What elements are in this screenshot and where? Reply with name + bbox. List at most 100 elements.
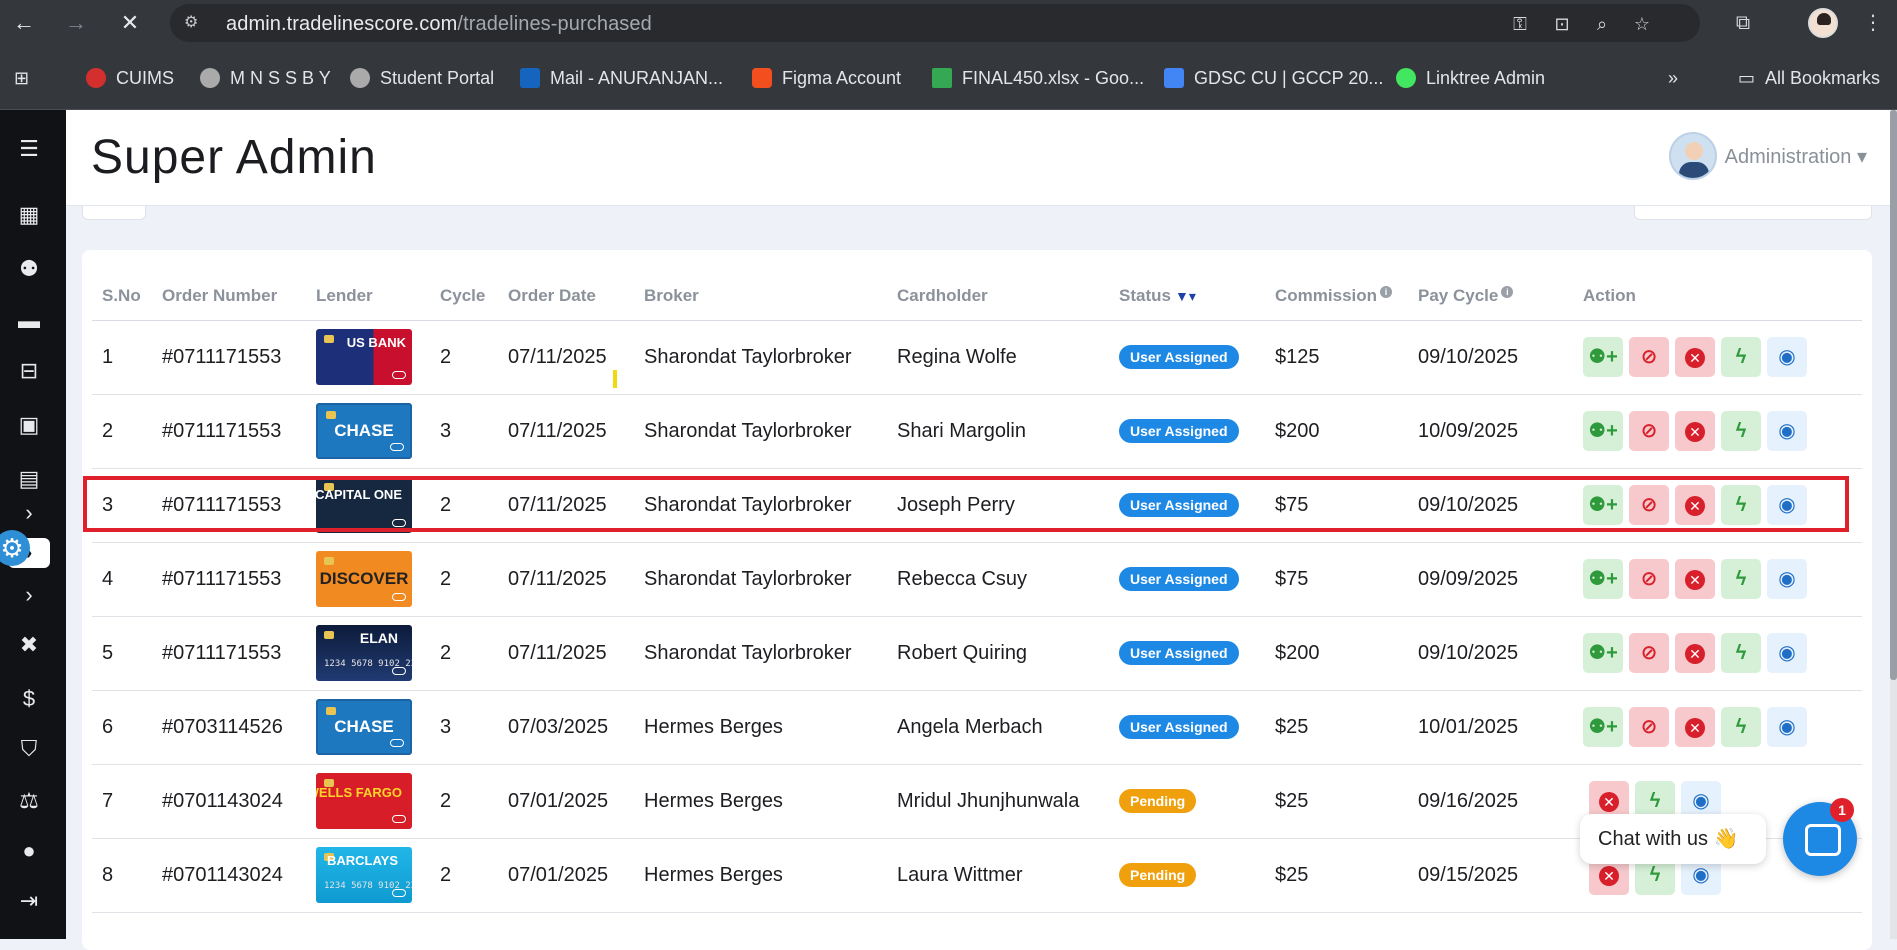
admin-menu[interactable]: Administration ▾: [1668, 132, 1867, 180]
status-cell: Pending: [1109, 838, 1265, 913]
stop-loading-icon[interactable]: ✕: [116, 9, 144, 37]
status-cell: User Assigned: [1109, 542, 1265, 617]
status-badge: Pending: [1119, 789, 1197, 813]
bookmark-mail[interactable]: Mail - ANURANJAN...: [520, 66, 723, 90]
expand-chevron-icon[interactable]: ›: [14, 580, 44, 610]
address-bar[interactable]: ⚙ admin.tradelinescore.com/tradelines-pu…: [170, 4, 1700, 42]
assign-user-button[interactable]: ⚉+: [1583, 337, 1623, 377]
cancel-button[interactable]: ✕: [1675, 411, 1715, 451]
wallet-icon[interactable]: ▣: [14, 410, 44, 440]
shield-icon[interactable]: ⛉: [14, 734, 44, 764]
expand-chevron-icon[interactable]: ›: [14, 498, 44, 528]
page-size-select[interactable]: [82, 206, 146, 220]
assign-user-button[interactable]: ⚉+: [1583, 707, 1623, 747]
pay-cycle-cell: 10/09/2025: [1408, 394, 1573, 469]
extensions-icon[interactable]: ⧉: [1730, 10, 1756, 36]
zoom-icon[interactable]: ⌕: [1590, 12, 1614, 36]
back-icon[interactable]: ←: [10, 9, 38, 37]
gdsc-icon: [1164, 68, 1184, 88]
bookmark-mnssby[interactable]: M N S S B Y: [200, 66, 331, 90]
bolt-button[interactable]: ϟ: [1721, 337, 1761, 377]
chat-prompt[interactable]: Chat with us 👋: [1580, 814, 1766, 864]
search-input[interactable]: [1634, 206, 1872, 220]
commission-cell: $200: [1265, 394, 1408, 469]
bookmark-cuims[interactable]: CUIMS: [86, 66, 174, 90]
status-badge: User Assigned: [1119, 567, 1239, 591]
linktree-icon: [1396, 68, 1416, 88]
pay-cycle-cell: 09/10/2025: [1408, 616, 1573, 691]
commission-cell: $125: [1265, 320, 1408, 395]
site-info-icon[interactable]: ⚙: [184, 12, 206, 34]
col-cycle: Cycle: [430, 272, 498, 321]
avatar[interactable]: [1668, 132, 1717, 180]
assign-user-button[interactable]: ⚉+: [1583, 559, 1623, 599]
cancel-button[interactable]: ✕: [1675, 633, 1715, 673]
assign-user-button[interactable]: ⚉+: [1583, 485, 1623, 525]
bookmarks-bar: ⊞ CUIMS M N S S B Y Student Portal Mail …: [0, 46, 1897, 110]
install-app-icon[interactable]: ⊡: [1550, 12, 1574, 36]
menu-toggle-icon[interactable]: ☰: [14, 134, 44, 164]
block-button[interactable]: ⊘: [1629, 337, 1669, 377]
view-button[interactable]: ◉: [1767, 485, 1807, 525]
bookmark-student-portal[interactable]: Student Portal: [350, 66, 494, 90]
block-button[interactable]: ⊘: [1629, 485, 1669, 525]
url-text[interactable]: admin.tradelinescore.com/tradelines-purc…: [226, 13, 652, 36]
bolt-button[interactable]: ϟ: [1721, 411, 1761, 451]
payment-icon[interactable]: ⊟: [14, 356, 44, 386]
password-key-icon[interactable]: ⚿: [1508, 12, 1532, 36]
cycle-cell: 2: [430, 838, 498, 913]
bookmark-gdsc[interactable]: GDSC CU | GCCP 20...: [1164, 66, 1383, 90]
bolt-button[interactable]: ϟ: [1721, 485, 1761, 525]
col-sno: S.No: [92, 272, 152, 321]
view-button[interactable]: ◉: [1767, 707, 1807, 747]
money-bag-icon[interactable]: $: [14, 684, 44, 714]
page-scrollbar-thumb[interactable]: [1890, 110, 1897, 680]
info-icon[interactable]: i: [1380, 285, 1393, 298]
col-status[interactable]: Status ▼▾: [1109, 272, 1265, 321]
scales-icon[interactable]: ⚖: [14, 786, 44, 816]
bookmarks-overflow-icon[interactable]: »: [1668, 66, 1678, 90]
bookmark-star-icon[interactable]: ☆: [1630, 12, 1654, 36]
forward-icon[interactable]: →: [62, 9, 90, 37]
admin-label[interactable]: Administration ▾: [1725, 144, 1867, 169]
info-icon[interactable]: i: [1501, 285, 1514, 298]
bolt-button[interactable]: ϟ: [1721, 707, 1761, 747]
cancel-button[interactable]: ✕: [1675, 337, 1715, 377]
view-button[interactable]: ◉: [1767, 411, 1807, 451]
bolt-button[interactable]: ϟ: [1721, 559, 1761, 599]
bookmark-figma[interactable]: Figma Account: [752, 66, 901, 90]
apps-grid-icon[interactable]: ⊞: [14, 66, 29, 90]
order-date-cell: 07/11/2025: [498, 394, 634, 469]
cancel-button[interactable]: ✕: [1675, 485, 1715, 525]
elan-card-image: ELAN 1234 5678 9102 234: [316, 625, 412, 681]
cuims-icon: [86, 68, 106, 88]
order-number-cell: #0703114526: [152, 690, 306, 765]
block-button[interactable]: ⊘: [1629, 411, 1669, 451]
wallet2-icon[interactable]: ▤: [14, 464, 44, 494]
tools-icon[interactable]: ✖: [14, 630, 44, 660]
cancel-button[interactable]: ✕: [1675, 707, 1715, 747]
browser-profile-avatar[interactable]: [1808, 8, 1838, 38]
all-bookmarks[interactable]: ▭ All Bookmarks: [1738, 66, 1880, 90]
user-icon[interactable]: ●: [14, 836, 44, 866]
block-button[interactable]: ⊘: [1629, 633, 1669, 673]
browser-menu-icon[interactable]: ⋮: [1860, 10, 1886, 36]
action-cell: ⚉+ ⊘ ✕ ϟ ◉: [1573, 320, 1862, 395]
view-button[interactable]: ◉: [1767, 633, 1807, 673]
view-button[interactable]: ◉: [1767, 337, 1807, 377]
bookmark-linktree[interactable]: Linktree Admin: [1396, 66, 1545, 90]
assign-user-button[interactable]: ⚉+: [1583, 411, 1623, 451]
dashboard-icon[interactable]: ▦: [14, 200, 44, 230]
add-user-icon[interactable]: ⚉: [14, 254, 44, 284]
assign-user-button[interactable]: ⚉+: [1583, 633, 1623, 673]
view-button[interactable]: ◉: [1767, 559, 1807, 599]
block-button[interactable]: ⊘: [1629, 707, 1669, 747]
bolt-button[interactable]: ϟ: [1721, 633, 1761, 673]
col-pay-cycle: Pay Cycle i: [1408, 272, 1573, 321]
block-button[interactable]: ⊘: [1629, 559, 1669, 599]
cancel-button[interactable]: ✕: [1675, 559, 1715, 599]
bookmark-final450[interactable]: FINAL450.xlsx - Goo...: [932, 66, 1144, 90]
card-icon[interactable]: ▬: [14, 306, 44, 336]
filter-icon[interactable]: ▼▾: [1175, 288, 1196, 304]
logout-icon[interactable]: ⇥: [14, 886, 44, 916]
